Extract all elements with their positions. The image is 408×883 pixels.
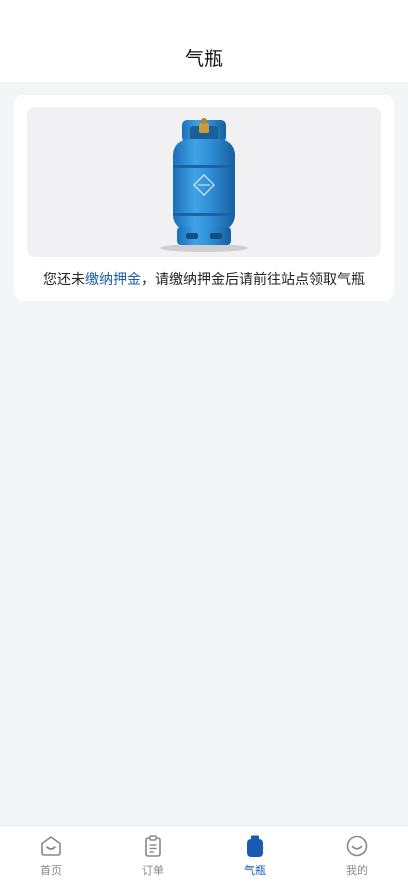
cylinder-card: 您还未缴纳押金，请缴纳押金后请前往站点领取气瓶: [14, 95, 394, 301]
gas-cylinder-icon: [247, 835, 263, 857]
pay-deposit-link[interactable]: 缴纳押金: [85, 272, 141, 288]
notice-suffix: ，请缴纳押金后请前往站点领取气瓶: [141, 272, 365, 288]
gas-cylinder-image: [160, 118, 248, 252]
deposit-notice: 您还未缴纳押金，请缴纳押金后请前往站点领取气瓶: [14, 269, 394, 289]
tab-cylinder-label: 气瓶: [244, 864, 266, 877]
home-icon: [41, 836, 61, 856]
tab-cylinder[interactable]: 气瓶: [204, 826, 306, 883]
profile-icon: [346, 835, 368, 857]
tab-profile-label: 我的: [346, 864, 368, 877]
tab-home-label: 首页: [40, 864, 62, 877]
tab-home[interactable]: 首页: [0, 826, 102, 883]
orders-icon: [145, 835, 161, 857]
tab-orders[interactable]: 订单: [102, 826, 204, 883]
header: 气瓶: [0, 0, 408, 82]
tab-profile[interactable]: 我的: [306, 826, 408, 883]
cylinder-image-box: [27, 107, 381, 257]
tab-orders-label: 订单: [142, 864, 164, 877]
bottom-tab-bar: 首页 订单 气瓶 我的: [0, 825, 408, 883]
notice-prefix: 您还未: [43, 272, 85, 288]
page-title: 气瓶: [184, 48, 223, 70]
